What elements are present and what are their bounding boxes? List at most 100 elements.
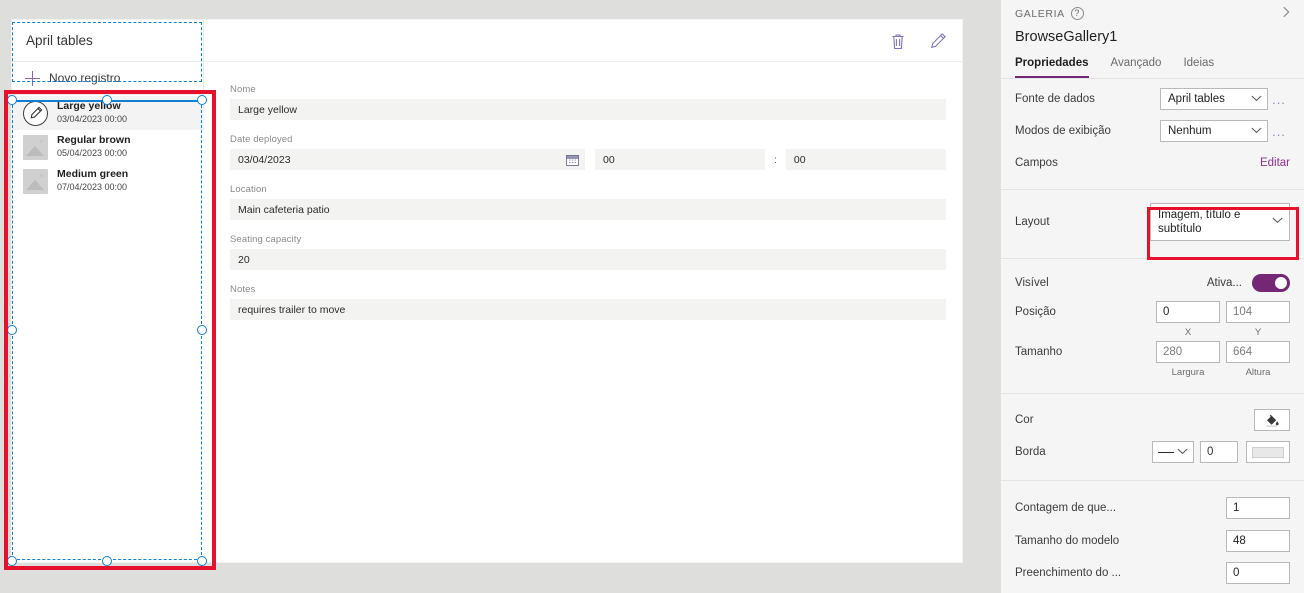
form-toolbar [204,20,962,62]
time-separator: : [774,153,777,166]
trash-icon[interactable] [888,31,908,51]
minutes-input[interactable]: 00 [785,149,946,170]
visible-label: Visível [1015,277,1049,289]
layout-dropdown[interactable]: Imagem, título e subtítulo [1150,203,1290,241]
app-title-bar: April tables [12,20,203,62]
size-height-caption: Altura [1245,367,1271,378]
template-padding-input[interactable]: 0 [1226,562,1290,584]
list-item-text: Medium green 07/04/2023 00:00 [57,169,128,192]
template-padding-label: Preenchimento do ... [1015,567,1122,579]
list-item-text: Regular brown 05/04/2023 00:00 [57,135,131,158]
row-size: Tamanho 280 664 [1015,339,1290,365]
properties-tabs: Propriedades Avançado Ideias [1001,45,1304,79]
detail-form-pane: Nome Large yellow Date deployed 03/04/20… [204,20,962,562]
data-source-value: April tables [1168,93,1225,105]
hours-input[interactable]: 00 [595,149,765,170]
visible-state-label: Ativa... [1206,277,1242,289]
chevron-down-icon [1251,126,1262,136]
control-name: BrowseGallery1 [1015,29,1118,45]
border-color-swatch[interactable] [1246,441,1290,463]
data-source-dropdown[interactable]: April tables [1160,88,1268,110]
control-kind-label: GALERIA [1015,7,1065,20]
row-display-modes: Modos de exibição Nenhum ... [1015,115,1290,147]
size-captions: Largura Altura [1156,367,1290,378]
section-data: Fonte de dados April tables ... Modos de… [1001,79,1304,190]
size-width-caption: Largura [1171,367,1205,378]
control-kind: GALERIA ? [1015,7,1292,20]
row-color: Cor [1015,404,1290,436]
tab-avancado[interactable]: Avançado [1111,57,1162,78]
app-canvas: April tables Novo registro Large yellow [12,20,962,562]
template-size-input[interactable]: 48 [1226,530,1290,552]
browse-gallery[interactable]: Large yellow 03/04/2023 00:00 Regular br… [12,96,204,562]
field-value[interactable]: requires trailer to move [230,299,946,320]
section-template: Contagem de que... 1 Tamanho do modelo 4… [1001,481,1304,593]
list-item[interactable]: Large yellow 03/04/2023 00:00 [12,96,204,130]
display-modes-label: Modos de exibição [1015,125,1111,137]
field-label: Location [230,184,267,195]
row-layout: Layout Imagem, título e subtítulo [1015,200,1290,244]
row-position-captions: X Y [1015,325,1290,339]
display-modes-dropdown[interactable]: Nenhum [1160,120,1268,142]
position-label: Posição [1015,306,1056,318]
row-template-size: Tamanho do modelo 48 [1015,525,1290,557]
size-height-input[interactable]: 664 [1226,341,1290,363]
list-item-title: Large yellow [57,100,121,113]
display-modes-more-button[interactable]: ... [1268,124,1290,139]
size-label: Tamanho [1015,346,1063,358]
layout-value: Imagem, título e subtítulo [1158,208,1241,235]
border-color-preview [1252,446,1284,458]
visible-toggle[interactable] [1252,274,1290,292]
chevron-down-icon [1177,447,1188,457]
position-captions: X Y [1156,327,1290,338]
template-size-label: Tamanho do modelo [1015,535,1120,547]
color-label: Cor [1015,414,1034,426]
plus-icon [25,70,40,86]
field-label: Nome [230,84,256,95]
app-root: April tables Novo registro Large yellow [0,0,1304,593]
row-size-captions: Largura Altura [1015,365,1290,379]
list-item[interactable]: Regular brown 05/04/2023 00:00 [12,130,204,164]
row-position: Posição 0 104 [1015,299,1290,325]
field-value[interactable]: Large yellow [230,99,946,120]
list-item-subtitle: 05/04/2023 00:00 [57,147,128,158]
list-item[interactable]: Medium green 07/04/2023 00:00 [12,164,204,198]
form-field-location: Location Main cafeteria patio [230,184,946,220]
new-record-button[interactable]: Novo registro [12,62,203,95]
row-template-padding: Preenchimento do ... 0 [1015,557,1290,589]
display-modes-value: Nenhum [1168,125,1212,137]
calendar-icon[interactable] [566,154,579,166]
properties-header: GALERIA ? BrowseGallery1 [1001,0,1304,45]
field-label: Date deployed [230,134,293,145]
wrap-count-input[interactable]: 1 [1226,497,1290,519]
question-circle-icon[interactable]: ? [1070,7,1084,20]
field-value[interactable]: 20 [230,249,946,270]
border-style-dropdown[interactable] [1152,441,1194,463]
fields-edit-link[interactable]: Editar [1260,157,1290,169]
row-data-source: Fonte de dados April tables ... [1015,83,1290,115]
list-item-title: Medium green [57,168,129,181]
field-value[interactable]: Main cafeteria patio [230,199,946,220]
form-field-seating-capacity: Seating capacity 20 [230,234,946,270]
date-input[interactable]: 03/04/2023 [230,149,585,170]
position-y-caption: Y [1254,327,1262,338]
list-item-subtitle: 07/04/2023 00:00 [57,181,128,192]
section-geometry: Visível Ativa... Posição 0 104 X Y Taman… [1001,259,1304,394]
tab-ideias[interactable]: Ideias [1183,57,1214,78]
app-left-column: April tables Novo registro Large yellow [12,20,204,562]
section-layout: Layout Imagem, título e subtítulo [1001,190,1304,259]
list-item-title: Regular brown [57,134,131,147]
position-x-input[interactable]: 0 [1156,301,1220,323]
pencil-icon[interactable] [928,31,948,51]
size-width-input[interactable]: 280 [1156,341,1220,363]
border-thickness-input[interactable]: 0 [1200,441,1238,463]
tab-propriedades[interactable]: Propriedades [1015,57,1089,78]
data-source-more-button[interactable]: ... [1268,92,1290,107]
row-border: Borda 0 [1015,436,1290,468]
layout-label: Layout [1015,216,1050,228]
chevron-right-icon[interactable] [1278,5,1294,21]
new-record-label: Novo registro [49,71,121,85]
position-y-input[interactable]: 104 [1226,301,1290,323]
position-inputs: 0 104 [1156,301,1290,323]
fill-bucket-icon[interactable] [1254,409,1290,431]
